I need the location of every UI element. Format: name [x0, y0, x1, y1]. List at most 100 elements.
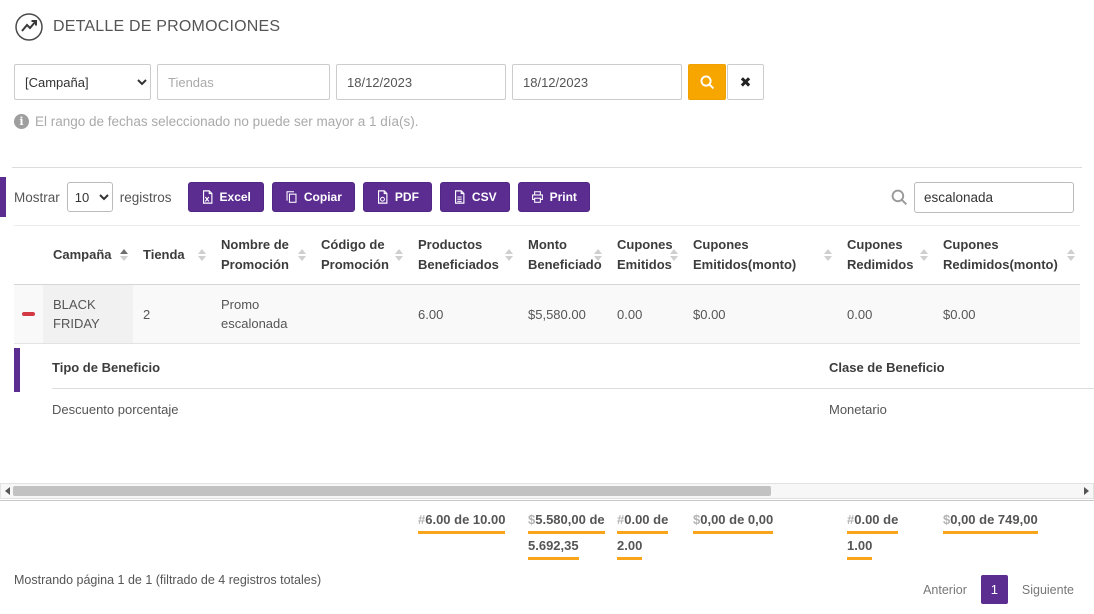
cell-campana: BLACK FRIDAY	[43, 285, 133, 343]
excel-file-icon	[201, 190, 214, 204]
column-label: Productos Beneficiados	[418, 235, 502, 275]
table-footer: Mostrando página 1 de 1 (filtrado de 4 r…	[0, 563, 1094, 604]
filter-bar: [Campaña] ✖	[0, 64, 1094, 100]
totals-row: #6.00 de 10.00 $5.580,00 de 5.692,35 #0.…	[14, 509, 1080, 563]
copy-button-label: Copiar	[304, 190, 342, 204]
column-header-campana[interactable]: Campaña	[43, 226, 133, 284]
table-search	[890, 182, 1074, 213]
table-search-input[interactable]	[914, 182, 1074, 213]
column-label: Nombre de Promoción	[221, 235, 295, 275]
date-from-input[interactable]	[336, 64, 506, 100]
sort-icon	[298, 249, 306, 261]
sort-icon	[198, 249, 206, 261]
table-row: BLACK FRIDAY 2 Promo escalonada 6.00 $5,…	[14, 285, 1080, 344]
benefit-class-value: Monetario	[829, 402, 1094, 417]
clear-filters-button[interactable]: ✖	[727, 64, 764, 100]
show-label: Mostrar	[14, 190, 60, 205]
sort-icon	[120, 249, 128, 261]
toggle-column-header	[14, 226, 43, 284]
column-header-cupones-redimidos-monto[interactable]: Cupones Redimidos(monto)	[933, 226, 1080, 284]
accent-bar	[0, 177, 6, 217]
sort-icon	[670, 249, 678, 261]
csv-button[interactable]: CSV	[440, 182, 510, 212]
page-header: DETALLE DE PROMOCIONES	[0, 0, 1094, 52]
benefit-type-value: Descuento porcentaje	[52, 402, 829, 417]
previous-page-button[interactable]: Anterior	[923, 583, 967, 597]
print-button-label: Print	[550, 190, 577, 204]
column-label: Campaña	[53, 245, 112, 265]
column-label: Monto Beneficiado	[528, 235, 602, 275]
benefit-type-header: Tipo de Beneficio	[52, 360, 829, 375]
export-buttons: Excel Copiar PDF	[188, 182, 590, 212]
cell-monto-beneficiado: $5,580.00	[518, 285, 607, 343]
cell-tienda: 2	[133, 285, 211, 343]
scroll-right-arrow-icon[interactable]	[1084, 487, 1089, 495]
table-header-row: Campaña Tienda Nombre de Promoción Códig…	[14, 225, 1080, 285]
column-header-nombre-promocion[interactable]: Nombre de Promoción	[211, 226, 311, 284]
cell-cupones-redimidos-monto: $0.00	[933, 285, 1080, 343]
copy-icon	[285, 190, 298, 204]
collapse-minus-icon	[22, 312, 35, 316]
sort-icon	[824, 249, 832, 261]
benefit-class-header: Clase de Beneficio	[829, 360, 1094, 375]
horizontal-scrollbar[interactable]	[0, 483, 1094, 499]
pdf-button[interactable]: PDF	[363, 182, 432, 212]
page-title: DETALLE DE PROMOCIONES	[53, 18, 280, 36]
excel-button-label: Excel	[220, 190, 251, 204]
pagination: Anterior 1 Siguiente	[923, 575, 1074, 604]
stores-input[interactable]	[157, 64, 330, 100]
column-header-monto-beneficiado[interactable]: Monto Beneficiado	[518, 226, 607, 284]
column-header-cupones-redimidos[interactable]: Cupones Redimidos	[837, 226, 933, 284]
scrollbar-thumb[interactable]	[13, 486, 771, 496]
info-message: El rango de fechas seleccionado no puede…	[35, 114, 418, 129]
search-button[interactable]	[688, 64, 726, 100]
promotions-table: Campaña Tienda Nombre de Promoción Códig…	[14, 225, 1080, 430]
copy-button[interactable]: Copiar	[272, 182, 355, 212]
print-button[interactable]: Print	[518, 182, 590, 212]
cell-codigo-promocion	[311, 285, 408, 343]
page-size-select[interactable]: 10	[67, 182, 113, 212]
row-detail-panel: Tipo de Beneficio Clase de Beneficio Des…	[14, 348, 1080, 430]
total-cupones-redimidos-monto: $0,00 de 749,00	[933, 509, 1080, 537]
campaign-select[interactable]: [Campaña]	[14, 64, 151, 100]
sort-icon	[1067, 249, 1075, 261]
info-message-row: i El rango de fechas seleccionado no pue…	[0, 114, 1094, 129]
cell-cupones-redimidos: 0.00	[837, 285, 933, 343]
column-header-productos-beneficiados[interactable]: Productos Beneficiados	[408, 226, 518, 284]
page-number-button[interactable]: 1	[981, 575, 1008, 604]
chart-trend-icon	[14, 12, 44, 42]
next-page-button[interactable]: Siguiente	[1022, 583, 1074, 597]
csv-button-label: CSV	[472, 190, 497, 204]
column-header-cupones-emitidos[interactable]: Cupones Emitidos	[607, 226, 683, 284]
sort-icon	[505, 249, 513, 261]
pdf-button-label: PDF	[395, 190, 419, 204]
sort-icon	[920, 249, 928, 261]
column-label: Cupones Emitidos	[617, 235, 673, 275]
table-toolbar: Mostrar 10 registros Excel Copiar	[0, 177, 1094, 217]
pdf-file-icon	[376, 190, 389, 204]
excel-button[interactable]: Excel	[188, 182, 264, 212]
cell-cupones-emitidos: 0.00	[607, 285, 683, 343]
sort-icon	[395, 249, 403, 261]
cell-nombre-promocion: Promo escalonada	[211, 285, 311, 343]
total-cupones-emitidos: #0.00 de 2.00	[607, 509, 683, 563]
cell-cupones-emitidos-monto: $0.00	[683, 285, 837, 343]
column-label: Cupones Redimidos(monto)	[943, 235, 1064, 275]
column-label: Código de Promoción	[321, 235, 392, 275]
accent-bar	[14, 348, 20, 392]
column-label: Tienda	[143, 245, 185, 265]
column-label: Cupones Emitidos(monto)	[693, 235, 821, 275]
collapse-row-button[interactable]	[14, 285, 43, 343]
scroll-left-arrow-icon[interactable]	[5, 487, 10, 495]
column-header-codigo-promocion[interactable]: Código de Promoción	[311, 226, 408, 284]
total-cupones-redimidos: #0.00 de 1.00	[837, 509, 933, 563]
total-cupones-emitidos-monto: $0,00 de 0,00	[683, 509, 837, 537]
cell-productos-beneficiados: 6.00	[408, 285, 518, 343]
date-to-input[interactable]	[512, 64, 682, 100]
table-bottom-border	[0, 500, 1094, 501]
column-header-cupones-emitidos-monto[interactable]: Cupones Emitidos(monto)	[683, 226, 837, 284]
info-icon: i	[14, 114, 29, 129]
pagination-summary: Mostrando página 1 de 1 (filtrado de 4 r…	[14, 569, 321, 587]
section-divider	[12, 167, 1082, 168]
column-header-tienda[interactable]: Tienda	[133, 226, 211, 284]
